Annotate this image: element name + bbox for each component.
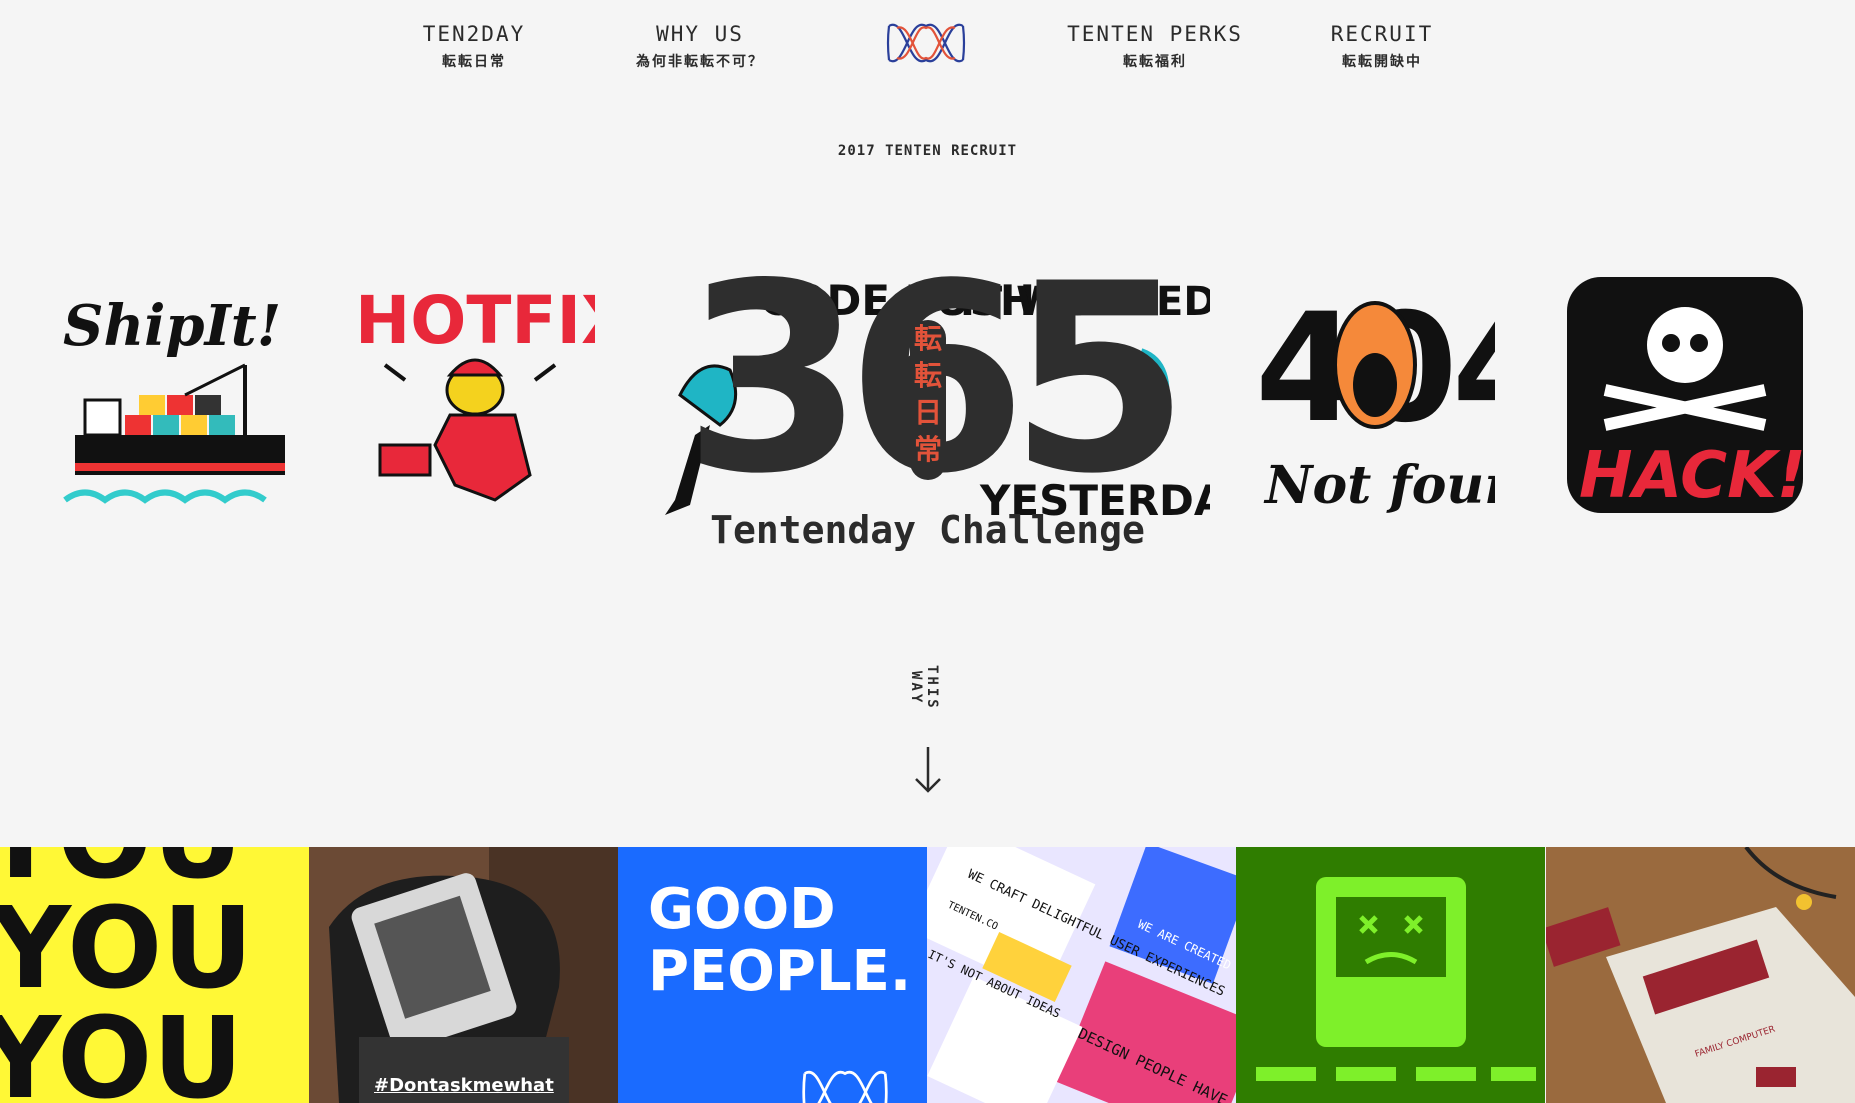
tenten-logo-icon	[802, 1070, 888, 1103]
tile-good-people[interactable]: GOOD PEOPLE.	[618, 847, 927, 1103]
tile-you-text: YOU	[0, 994, 243, 1103]
tile-sad-computer[interactable]	[1236, 847, 1545, 1103]
nav-recruit-sublabel: 転転開缺中	[1342, 54, 1422, 70]
hero-char: 日	[913, 396, 942, 429]
tile-you[interactable]: YOU YOU YOU	[0, 847, 309, 1103]
nav-recruit-label: RECRUIT	[1330, 22, 1434, 46]
nav-why-us-label: WHY US	[656, 22, 744, 46]
nav-why-us-sublabel: 為何非転転不可？	[636, 54, 764, 70]
tile-hashtag: #Dontaskmewhat	[374, 1075, 554, 1096]
hero-char: 常	[913, 433, 942, 466]
nav-tenten-perks-label: TENTEN PERKS	[1067, 22, 1243, 46]
nav-tenten-perks-sublabel: 転転福利	[1123, 54, 1187, 70]
hero-subtitle: Tentenday Challenge	[710, 508, 1145, 552]
hero-vertical-label: 転 転 日 常	[910, 320, 946, 480]
nav-recruit[interactable]: RECRUIT 転転開缺中	[1272, 22, 1492, 71]
tile-collage[interactable]: WE CRAFT DELIGHTFUL USER EXPERIENCES WE …	[927, 847, 1236, 1103]
nav-ten2day-sublabel: 転転日常	[442, 54, 506, 70]
arrow-down-icon[interactable]	[912, 745, 944, 795]
nav-why-us[interactable]: WHY US 為何非転転不可？	[590, 22, 810, 71]
hero-char: 転	[913, 359, 942, 392]
nav-ten2day[interactable]: TEN2DAY 転転日常	[364, 22, 584, 71]
recruit-year-label: 2017 TENTEN RECRUIT	[837, 143, 1018, 159]
tenten-logo-icon	[886, 23, 966, 63]
nav-ten2day-label: TEN2DAY	[422, 22, 526, 46]
nav-tenten-perks[interactable]: TENTEN PERKS 転転福利	[1045, 22, 1265, 71]
tile-famicom-photo[interactable]: FAMILY COMPUTER	[1546, 847, 1855, 1103]
hero-char: 転	[913, 322, 942, 355]
tenten-logo[interactable]	[885, 20, 967, 66]
tile-printer-photo[interactable]: #Dontaskmewhat	[309, 847, 618, 1103]
this-way-label: THIS WAY	[908, 665, 940, 711]
good-people-line1: GOOD	[648, 877, 836, 942]
good-people-line2: PEOPLE.	[648, 939, 912, 1004]
